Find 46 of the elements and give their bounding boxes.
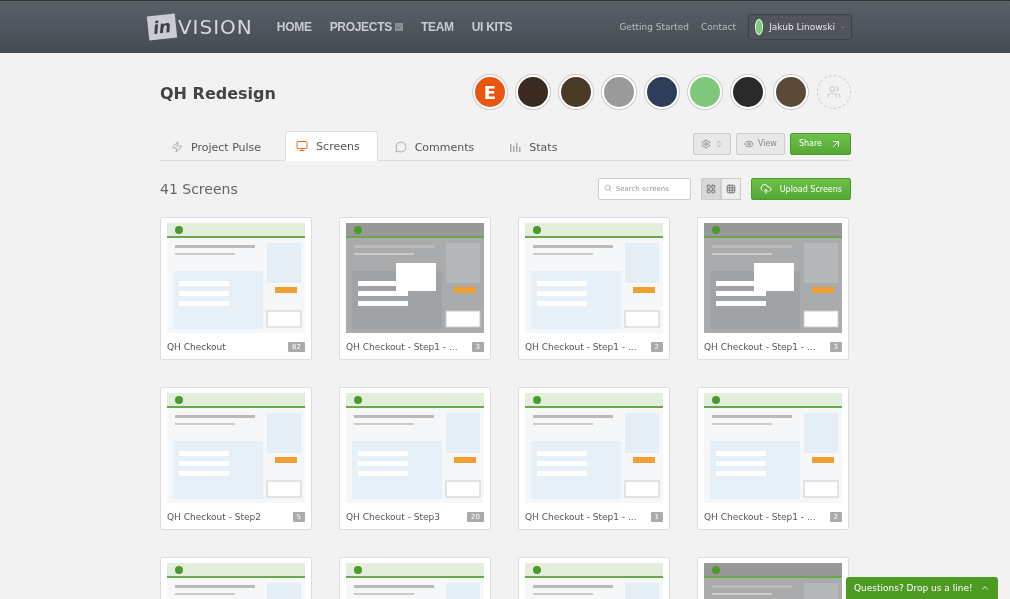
caret-icon	[980, 583, 990, 593]
member-avatar[interactable]	[559, 75, 593, 109]
member-avatar[interactable]	[645, 75, 679, 109]
grid-icon	[705, 184, 716, 194]
search-icon	[603, 184, 612, 192]
nav-link[interactable]: UI KITS	[471, 20, 513, 34]
eye-icon	[743, 138, 754, 149]
nav-link[interactable]: HOME	[276, 20, 312, 34]
speech-bubble-icon	[394, 141, 407, 153]
invision-logo[interactable]: in VISION	[148, 15, 253, 39]
settings-button[interactable]	[692, 132, 731, 155]
screen-title: QH Checkout - Step3	[346, 512, 440, 522]
bar-chart-icon	[509, 141, 522, 153]
up-down-caret-icon	[714, 139, 723, 148]
screen-title: QH Checkout - Step1 - ...	[704, 512, 816, 522]
tab[interactable]: Screens	[285, 131, 378, 161]
screen-title: QH Checkout - Step1 - ...	[525, 512, 637, 522]
member-avatar[interactable]	[516, 75, 550, 109]
project-title: QH Redesign	[160, 82, 276, 103]
grid-icon	[725, 184, 736, 194]
screen-title: QH Checkout	[167, 342, 226, 352]
screen-count: 41 Screens	[160, 181, 238, 197]
cloud-upload-icon	[759, 183, 772, 195]
header-link[interactable]: Getting Started	[619, 22, 689, 32]
monitor-icon	[296, 140, 309, 152]
nav-link[interactable]: PROJECTS	[329, 20, 403, 34]
people-icon	[827, 85, 841, 99]
member-avatar[interactable]: E	[473, 75, 507, 109]
tab[interactable]: Comments	[383, 133, 493, 161]
screen-title: QH Checkout - Step1 - ...	[704, 342, 816, 352]
screen-title: QH Checkout - Step1 - ...	[346, 342, 458, 352]
avatar	[755, 19, 764, 35]
lightning-icon	[171, 141, 183, 153]
small-grid-button[interactable]	[720, 178, 741, 200]
screen-title: QH Checkout - Step1 - ...	[525, 342, 637, 352]
large-grid-button[interactable]	[700, 178, 721, 200]
chat-button[interactable]: Questions? Drop us a line!	[846, 577, 998, 599]
nav-link[interactable]: TEAM	[420, 20, 454, 34]
header-link[interactable]: Contact	[701, 22, 736, 32]
screen-title: QH Checkout - Step2	[167, 512, 261, 522]
member-avatar[interactable]	[731, 75, 765, 109]
gear-icon	[700, 138, 711, 149]
tab[interactable]: Project Pulse	[160, 133, 280, 161]
tab[interactable]: Stats	[498, 133, 576, 161]
member-avatar[interactable]	[774, 75, 808, 109]
user-menu-button[interactable]: Jakub Linowski	[748, 14, 852, 40]
